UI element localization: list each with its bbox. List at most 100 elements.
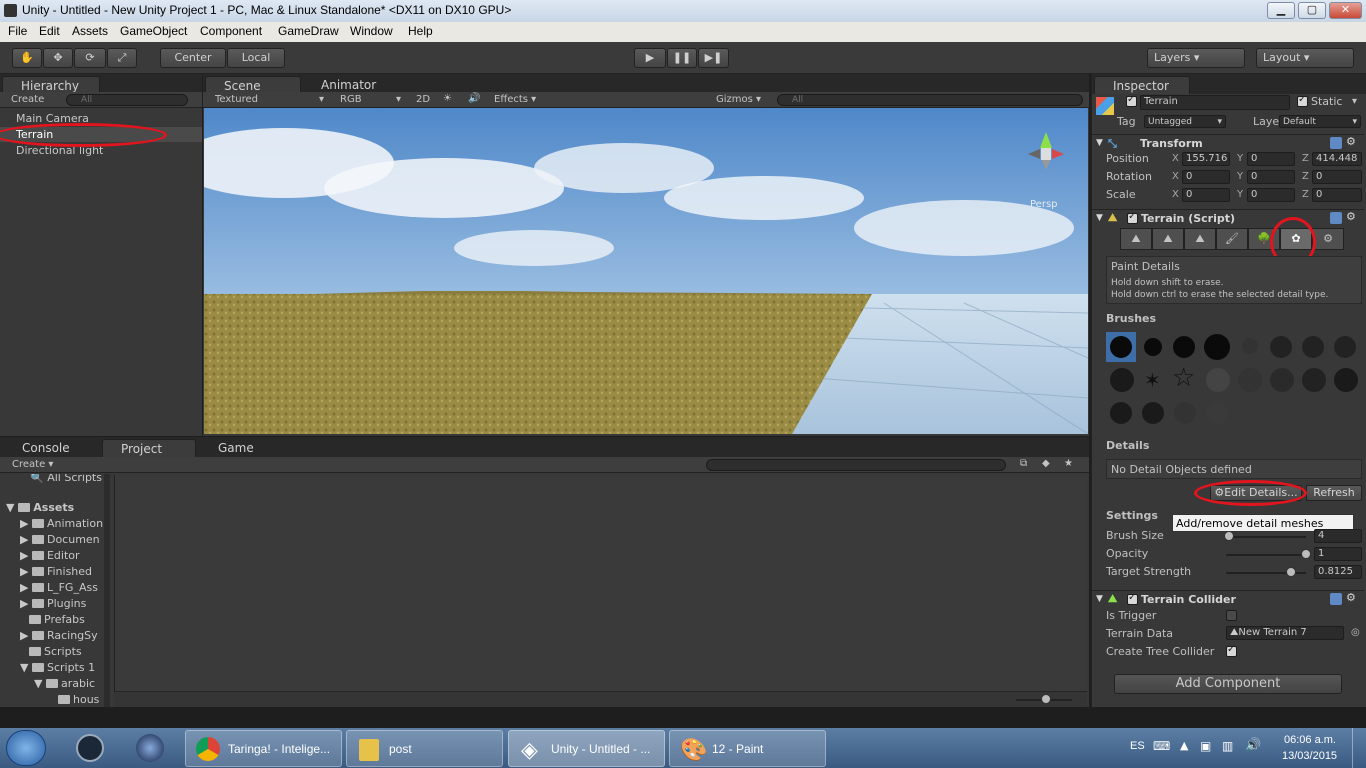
menu-window[interactable]: Window (350, 24, 393, 38)
settings-gear-icon[interactable]: ⚙ (1346, 210, 1356, 223)
effects-dropdown[interactable]: Effects ▾ (494, 94, 536, 105)
brush-5[interactable] (1270, 336, 1292, 358)
brush-15[interactable] (1334, 368, 1358, 392)
hand-tool-button[interactable]: ✋ (12, 48, 42, 68)
rotation-z-field[interactable]: 0 (1312, 170, 1362, 184)
show-desktop-button[interactable] (1352, 728, 1366, 768)
layer-dropdown[interactable]: Default ▾ (1279, 115, 1361, 128)
object-active-checkbox[interactable] (1126, 94, 1137, 107)
pause-button[interactable]: ❚❚ (667, 48, 697, 68)
terrain-settings-icon[interactable]: ⚙ (1312, 228, 1344, 250)
toggle-2d-button[interactable]: 2D (416, 94, 430, 105)
device-icon[interactable]: ▣ (1200, 739, 1211, 753)
show-hidden-icons-icon[interactable]: ▲ (1180, 739, 1188, 752)
icon-size-slider-knob[interactable] (1041, 694, 1051, 704)
language-indicator[interactable]: ES (1130, 740, 1145, 752)
brush-9[interactable]: ✶ (1144, 368, 1161, 392)
raise-lower-terrain-icon[interactable]: ⛰ (1120, 228, 1152, 250)
steam-icon[interactable] (76, 734, 104, 762)
opacity-slider[interactable] (1226, 554, 1306, 556)
target-strength-slider-knob[interactable] (1286, 567, 1296, 577)
taskbar-item-folder[interactable]: post (346, 730, 503, 767)
brush-8[interactable] (1110, 368, 1134, 392)
project-content-area[interactable] (114, 475, 1087, 691)
tree-item-scripts-1[interactable]: ▼ Scripts 1 (20, 661, 95, 674)
scale-y-field[interactable]: 0 (1247, 188, 1295, 202)
position-x-field[interactable]: 155.716 (1182, 152, 1230, 166)
brush-size-field[interactable]: 4 (1314, 529, 1362, 543)
brush-4[interactable] (1242, 338, 1258, 354)
audio-toggle-icon[interactable]: 🔊 (468, 93, 480, 104)
terrain-script-enabled-checkbox[interactable] (1127, 211, 1138, 224)
layers-dropdown[interactable]: Layers ▾ (1147, 48, 1245, 68)
tag-dropdown[interactable]: Untagged ▾ (1144, 115, 1226, 128)
tree-item-animation[interactable]: ▶ Animation (20, 517, 103, 530)
tree-item-assets[interactable]: ▼ Assets (6, 501, 74, 514)
menu-component[interactable]: Component (200, 24, 262, 38)
tree-item-arabic[interactable]: ▼ arabic (34, 677, 95, 690)
pivot-center-button[interactable]: Center (160, 48, 226, 68)
brush-size-slider[interactable] (1226, 536, 1306, 538)
minimize-button[interactable]: ▁ (1267, 2, 1295, 19)
brush-7[interactable] (1334, 336, 1356, 358)
rotation-y-field[interactable]: 0 (1247, 170, 1295, 184)
rotate-tool-button[interactable]: ⟳ (74, 48, 106, 68)
project-search-input[interactable] (706, 459, 1006, 471)
menu-file[interactable]: File (8, 24, 27, 38)
scene-search-input[interactable]: All (777, 94, 1083, 106)
tab-game[interactable]: Game (200, 439, 294, 457)
brush-11[interactable] (1206, 368, 1230, 392)
rotation-x-field[interactable]: 0 (1182, 170, 1230, 184)
menu-gameobject[interactable]: GameObject (120, 24, 187, 38)
brush-17[interactable] (1142, 402, 1164, 424)
media-app-icon[interactable] (136, 734, 164, 762)
lighting-toggle-icon[interactable]: ☀ (443, 93, 452, 104)
volume-icon[interactable]: 🔊 (1245, 738, 1261, 753)
tree-item-plugins[interactable]: ▶ Plugins (20, 597, 86, 610)
move-tool-button[interactable]: ✥ (43, 48, 73, 68)
play-button[interactable]: ▶ (634, 48, 666, 68)
scale-x-field[interactable]: 0 (1182, 188, 1230, 202)
add-component-button[interactable]: Add Component (1114, 674, 1342, 694)
favorites-star-icon[interactable]: ★ (1064, 458, 1073, 469)
tree-item-racingsy[interactable]: ▶ RacingSy (20, 629, 98, 642)
tree-item-l-fg-ass[interactable]: ▶ L_FG_Ass (20, 581, 98, 594)
filter-type-icon[interactable]: ⧉ (1020, 458, 1027, 469)
brush-13[interactable] (1270, 368, 1294, 392)
brush-18[interactable] (1174, 402, 1196, 424)
terrain-script-header[interactable]: ▼ ⛰ Terrain (Script) ⚙ (1092, 209, 1364, 227)
position-z-field[interactable]: 414.448 (1312, 152, 1362, 166)
help-icon[interactable] (1330, 212, 1342, 224)
gizmos-dropdown[interactable]: Gizmos ▾ (716, 94, 761, 105)
taskbar-item-chrome[interactable]: Taringa! - Intelige... (185, 730, 342, 767)
brush-12[interactable] (1238, 368, 1262, 392)
static-checkbox[interactable] (1297, 94, 1308, 107)
start-button[interactable] (6, 730, 46, 766)
help-icon[interactable] (1330, 593, 1342, 605)
brush-6[interactable] (1302, 336, 1324, 358)
scene-viewport[interactable]: Persp (204, 108, 1088, 434)
create-tree-collider-checkbox[interactable] (1226, 644, 1237, 657)
tree-item-documen[interactable]: ▶ Documen (20, 533, 100, 546)
scale-tool-button[interactable]: ⤢ (107, 48, 137, 68)
step-button[interactable]: ▶❚ (698, 48, 729, 68)
tree-item-editor[interactable]: ▶ Editor (20, 549, 80, 562)
help-icon[interactable] (1330, 137, 1342, 149)
terrain-data-field[interactable]: ⛰New Terrain 7 (1226, 626, 1344, 640)
brush-19[interactable] (1206, 402, 1228, 424)
scene-orientation-gizmo-icon[interactable] (1026, 130, 1066, 190)
scale-z-field[interactable]: 0 (1312, 188, 1362, 202)
paint-texture-icon[interactable]: 🖌 (1216, 228, 1248, 250)
target-strength-field[interactable]: 0.8125 (1314, 565, 1362, 579)
terrain-collider-enabled-checkbox[interactable] (1127, 592, 1138, 605)
menu-help[interactable]: Help (408, 24, 433, 38)
opacity-slider-knob[interactable] (1301, 549, 1311, 559)
menu-edit[interactable]: Edit (39, 24, 60, 38)
terrain-collider-header[interactable]: ▼ ⛰ Terrain Collider ⚙ (1092, 590, 1364, 608)
refresh-button[interactable]: Refresh (1306, 485, 1362, 501)
transform-header[interactable]: ▼ ⤡ Transform ⚙ (1092, 134, 1364, 152)
layout-dropdown[interactable]: Layout ▾ (1256, 48, 1354, 68)
brush-10[interactable]: ☆ (1172, 363, 1195, 393)
hierarchy-search-input[interactable]: All (66, 94, 188, 106)
brush-1[interactable] (1144, 338, 1162, 356)
